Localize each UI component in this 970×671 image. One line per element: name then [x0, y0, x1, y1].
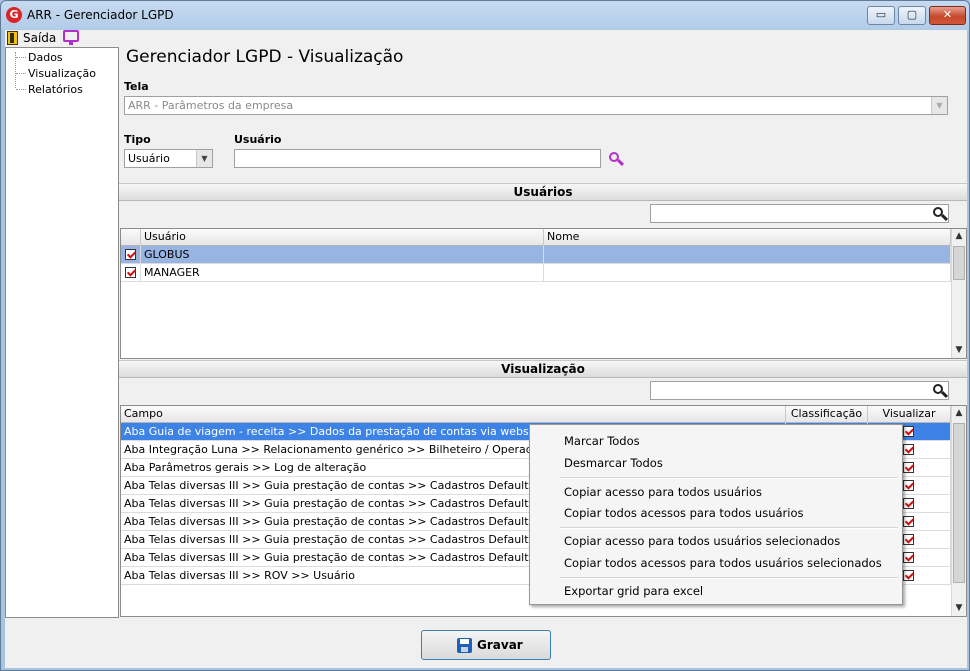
menu-separator: [560, 477, 898, 479]
menu-separator: [560, 577, 898, 579]
tipo-combo[interactable]: Usuário ▼: [124, 149, 213, 168]
tree-connector: [16, 89, 26, 90]
scroll-thumb[interactable]: [953, 246, 965, 280]
search-icon[interactable]: [932, 206, 949, 222]
checkbox[interactable]: [903, 498, 914, 509]
close-button[interactable]: ✕: [929, 6, 966, 25]
menu-item-copiar-todos-acessos-todos[interactable]: Copiar todos acessos para todos usuários: [564, 506, 804, 520]
menu-item-marcar-todos[interactable]: Marcar Todos: [564, 434, 640, 448]
tree-item-visualizacao[interactable]: Visualização: [28, 67, 96, 80]
usuario-cell: GLOBUS: [141, 246, 544, 264]
search-icon[interactable]: [932, 383, 949, 399]
tela-value: ARR - Parâmetros da empresa: [128, 99, 294, 112]
usuario-input[interactable]: [234, 149, 601, 168]
menu-item-copiar-acesso-todos[interactable]: Copiar acesso para todos usuários: [564, 485, 762, 499]
column-header-classificacao[interactable]: Classificação: [786, 406, 868, 423]
tela-label: Tela: [124, 80, 149, 93]
checkbox[interactable]: [903, 480, 914, 491]
gravar-button[interactable]: Gravar: [421, 630, 551, 660]
visualizacao-search-input[interactable]: [650, 381, 949, 400]
menu-item-exportar-excel[interactable]: Exportar grid para excel: [564, 584, 703, 598]
checkbox[interactable]: [903, 462, 914, 473]
grid-header: Usuário Nome: [121, 229, 951, 246]
column-header-visualizar[interactable]: Visualizar: [868, 406, 951, 423]
column-header-usuario[interactable]: Usuário: [141, 229, 544, 246]
chevron-down-icon: ▼: [196, 150, 212, 167]
floppy-disk-icon: [457, 638, 472, 653]
column-header-campo[interactable]: Campo: [121, 406, 786, 423]
checkbox[interactable]: [903, 570, 914, 581]
checkbox[interactable]: [903, 534, 914, 545]
scroll-down-icon[interactable]: ▼: [952, 601, 966, 616]
menu-item-copiar-todos-acessos-selecionados[interactable]: Copiar todos acessos para todos usuários…: [564, 556, 882, 570]
scroll-thumb[interactable]: [953, 423, 965, 583]
visualizacao-section-header: Visualização: [119, 360, 967, 378]
menu-item-copiar-acesso-selecionados[interactable]: Copiar acesso para todos usuários seleci…: [564, 534, 840, 548]
window-title: ARR - Gerenciador LGPD: [27, 8, 174, 22]
app-logo-icon: G: [6, 7, 22, 23]
scroll-up-icon[interactable]: ▲: [952, 229, 966, 244]
vertical-scrollbar[interactable]: ▲ ▼: [951, 406, 966, 616]
navigation-tree: Dados Visualização Relatórios: [5, 47, 119, 618]
nome-cell: [544, 246, 951, 264]
vertical-scrollbar[interactable]: ▲ ▼: [951, 229, 966, 358]
table-row[interactable]: GLOBUS: [121, 246, 951, 264]
minimize-button[interactable]: ▭: [867, 6, 895, 25]
tipo-value: Usuário: [128, 152, 170, 165]
menu-separator: [560, 527, 898, 529]
checkbox[interactable]: [125, 249, 136, 260]
tela-combo[interactable]: ARR - Parâmetros da empresa ▼: [124, 96, 948, 115]
chevron-down-icon: ▼: [931, 97, 947, 114]
page-title: Gerenciador LGPD - Visualização: [126, 47, 404, 67]
tree-connector: [16, 57, 26, 58]
table-row[interactable]: MANAGER: [121, 264, 951, 282]
tipo-label: Tipo: [124, 133, 151, 146]
usuario-label: Usuário: [234, 133, 282, 146]
grid-header-check: [121, 229, 141, 246]
tree-connector: [16, 73, 26, 74]
grid-header: Campo Classificação Visualizar: [121, 406, 951, 423]
usuarios-grid: Usuário Nome GLOBUS MANAGER ▲ ▼: [120, 228, 967, 359]
scroll-up-icon[interactable]: ▲: [952, 406, 966, 421]
gravar-label: Gravar: [477, 638, 523, 652]
tree-item-relatorios[interactable]: Relatórios: [28, 83, 83, 96]
menu-saida[interactable]: Saída: [23, 31, 56, 45]
checkbox[interactable]: [903, 552, 914, 563]
door-exit-icon[interactable]: [7, 31, 18, 45]
checkbox[interactable]: [903, 426, 914, 437]
checkbox[interactable]: [903, 444, 914, 455]
scroll-down-icon[interactable]: ▼: [952, 343, 966, 358]
context-menu: Marcar Todos Desmarcar Todos Copiar aces…: [529, 424, 903, 605]
monitor-icon[interactable]: [63, 30, 79, 45]
search-icon[interactable]: [608, 151, 625, 167]
menu-item-desmarcar-todos[interactable]: Desmarcar Todos: [564, 456, 663, 470]
maximize-button[interactable]: ▢: [898, 6, 926, 25]
menu-bar: Saída: [5, 30, 967, 47]
usuario-cell: MANAGER: [141, 264, 544, 282]
main-window: G ARR - Gerenciador LGPD ▭ ▢ ✕ Saída Dad…: [0, 0, 970, 671]
nome-cell: [544, 264, 951, 282]
row-check-cell[interactable]: [121, 264, 141, 282]
checkbox[interactable]: [903, 516, 914, 527]
usuarios-search-input[interactable]: [650, 204, 949, 223]
tree-item-dados[interactable]: Dados: [28, 51, 63, 64]
usuarios-section-header: Usuários: [119, 183, 967, 201]
row-check-cell[interactable]: [121, 246, 141, 264]
title-bar[interactable]: G ARR - Gerenciador LGPD ▭ ▢ ✕: [1, 1, 969, 30]
checkbox[interactable]: [125, 267, 136, 278]
column-header-nome[interactable]: Nome: [544, 229, 951, 246]
